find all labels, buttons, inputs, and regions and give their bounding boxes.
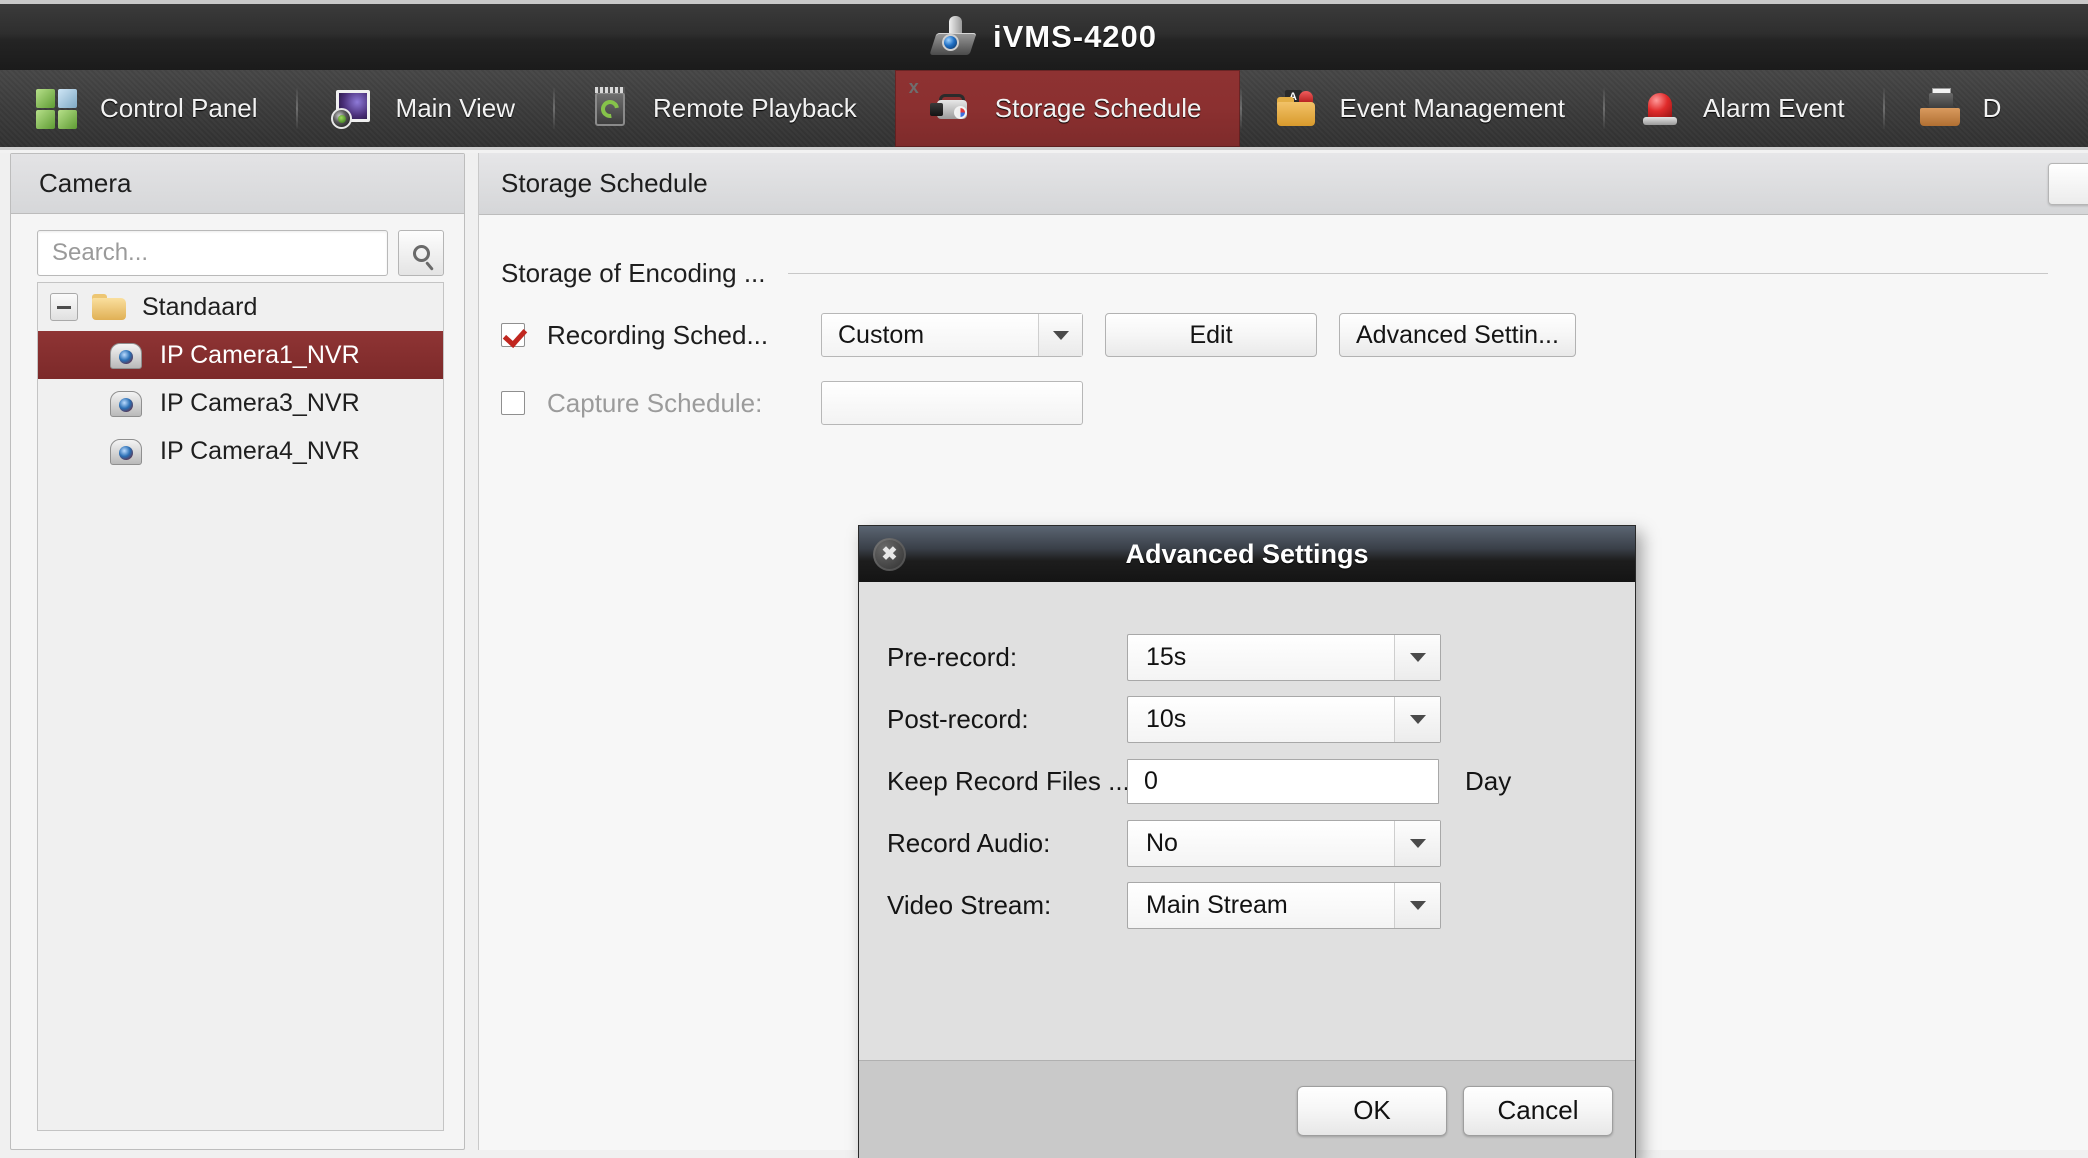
tree-item-label: IP Camera3_NVR <box>160 389 360 418</box>
workspace: Camera Standaard <box>0 153 2088 1158</box>
capture-schedule-checkbox[interactable] <box>501 391 525 415</box>
collapse-icon[interactable] <box>50 293 78 321</box>
record-audio-row: Record Audio: No <box>859 812 1635 874</box>
chevron-down-icon[interactable] <box>1394 883 1440 928</box>
search-input[interactable] <box>37 230 388 276</box>
nav-item-storage-schedule[interactable]: x Storage Schedule <box>895 70 1240 147</box>
advanced-settings-dialog: ✖ Advanced Settings Pre-record: 15s Post… <box>858 525 1636 1158</box>
chevron-down-icon[interactable] <box>1394 635 1440 680</box>
folder-icon <box>92 294 126 321</box>
dialog-title: Advanced Settings <box>1125 539 1368 570</box>
nav-label: Remote Playback <box>653 93 857 124</box>
post-record-label: Post-record: <box>887 704 1127 735</box>
search-button[interactable] <box>398 230 444 276</box>
panel-toggle-icon[interactable] <box>2048 163 2088 205</box>
alarm-event-icon <box>1637 86 1683 132</box>
event-management-icon: A <box>1274 86 1320 132</box>
pre-record-label: Pre-record: <box>887 642 1127 673</box>
control-panel-icon <box>34 86 80 132</box>
app-title: iVMS-4200 <box>993 19 1157 55</box>
camera-icon <box>108 340 144 370</box>
recording-schedule-value: Custom <box>822 321 924 350</box>
section-storage-of-encoding: Storage of Encoding ... <box>479 216 2088 289</box>
dialog-footer: OK Cancel <box>859 1060 1635 1158</box>
remote-playback-icon <box>587 86 633 132</box>
search-icon <box>413 245 430 262</box>
nav-item-alarm-event[interactable]: Alarm Event <box>1603 70 1883 147</box>
nav-label: Storage Schedule <box>995 93 1202 124</box>
capture-schedule-row: Capture Schedule: <box>479 357 2088 425</box>
chevron-down-icon[interactable] <box>1394 697 1440 742</box>
page-title: Storage Schedule <box>501 168 708 199</box>
search-row <box>11 214 464 290</box>
ok-button[interactable]: OK <box>1297 1086 1447 1136</box>
nav-label: Event Management <box>1340 93 1565 124</box>
recording-schedule-select[interactable]: Custom <box>821 313 1083 357</box>
recording-schedule-row: Recording Sched... Custom Edit Advanced … <box>479 289 2088 357</box>
camera-icon <box>108 436 144 466</box>
close-icon[interactable]: ✖ <box>873 538 906 571</box>
sidebar-header: Camera <box>11 154 464 214</box>
section-divider <box>788 273 2048 274</box>
nav-label: D <box>1983 93 2002 124</box>
nav-item-remote-playback[interactable]: Remote Playback <box>553 70 895 147</box>
dialog-body: Pre-record: 15s Post-record: 10s Keep Re… <box>859 582 1635 1060</box>
post-record-value: 10s <box>1128 705 1186 734</box>
tree-item-label: IP Camera1_NVR <box>160 341 360 370</box>
title-bar: iVMS-4200 <box>0 0 2088 70</box>
storage-schedule-icon <box>929 86 975 132</box>
recording-schedule-checkbox[interactable] <box>501 323 525 347</box>
tree-group-standaard[interactable]: Standaard <box>38 283 443 331</box>
video-stream-value: Main Stream <box>1128 891 1288 920</box>
post-record-row: Post-record: 10s <box>859 688 1635 750</box>
nav-label: Control Panel <box>100 93 258 124</box>
video-stream-label: Video Stream: <box>887 890 1127 921</box>
tree-item-camera-1[interactable]: IP Camera1_NVR <box>38 331 443 379</box>
pre-record-row: Pre-record: 15s <box>859 626 1635 688</box>
nav-item-main-view[interactable]: Main View <box>296 70 553 147</box>
dialog-title-bar: ✖ Advanced Settings <box>859 526 1635 582</box>
tree-group-label: Standaard <box>142 293 257 322</box>
capture-schedule-label: Capture Schedule: <box>547 388 799 419</box>
camera-logo-icon <box>931 15 975 59</box>
advanced-settings-button[interactable]: Advanced Settin... <box>1339 313 1576 357</box>
application-window: iVMS-4200 Control Panel Main View Remote… <box>0 0 2088 1158</box>
camera-tree: Standaard IP Camera1_NVR IP Camera3_NVR <box>37 282 444 1131</box>
nav-label: Alarm Event <box>1703 93 1845 124</box>
recording-schedule-label: Recording Sched... <box>547 320 799 351</box>
keep-record-files-label: Keep Record Files ... <box>887 766 1127 797</box>
pre-record-value: 15s <box>1128 643 1186 672</box>
chevron-down-icon[interactable] <box>1038 314 1082 356</box>
tree-item-camera-4[interactable]: IP Camera4_NVR <box>38 427 443 475</box>
pre-record-select[interactable]: 15s <box>1127 634 1441 681</box>
tree-item-label: IP Camera4_NVR <box>160 437 360 466</box>
camera-icon <box>108 388 144 418</box>
record-audio-value: No <box>1128 829 1178 858</box>
cancel-button[interactable]: Cancel <box>1463 1086 1613 1136</box>
nav-item-event-management[interactable]: A Event Management <box>1240 70 1603 147</box>
panel-header: Storage Schedule <box>479 153 2088 215</box>
post-record-select[interactable]: 10s <box>1127 696 1441 743</box>
nav-item-control-panel[interactable]: Control Panel <box>0 70 296 147</box>
section-title: Storage of Encoding ... <box>501 258 766 289</box>
main-view-icon <box>330 86 376 132</box>
keep-record-files-unit: Day <box>1465 766 1511 797</box>
nav-item-device-management[interactable]: D <box>1883 70 2040 147</box>
tab-close-icon[interactable]: x <box>909 78 919 96</box>
nav-label: Main View <box>396 93 515 124</box>
capture-schedule-select[interactable] <box>821 381 1083 425</box>
device-tray-icon <box>1917 86 1963 132</box>
video-stream-row: Video Stream: Main Stream <box>859 874 1635 936</box>
main-toolbar: Control Panel Main View Remote Playback … <box>0 70 2088 150</box>
record-audio-select[interactable]: No <box>1127 820 1441 867</box>
edit-button[interactable]: Edit <box>1105 313 1317 357</box>
record-audio-label: Record Audio: <box>887 828 1127 859</box>
camera-sidebar: Camera Standaard <box>10 153 465 1150</box>
keep-record-files-row: Keep Record Files ... Day <box>859 750 1635 812</box>
video-stream-select[interactable]: Main Stream <box>1127 882 1441 929</box>
tree-item-camera-3[interactable]: IP Camera3_NVR <box>38 379 443 427</box>
keep-record-files-input[interactable] <box>1127 759 1439 804</box>
chevron-down-icon[interactable] <box>1394 821 1440 866</box>
